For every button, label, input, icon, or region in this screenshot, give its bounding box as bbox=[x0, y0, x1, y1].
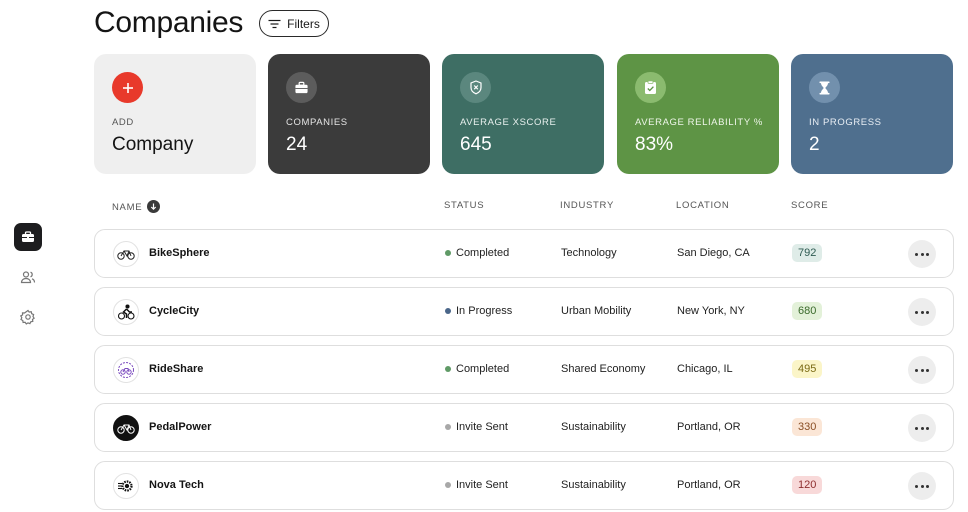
users-icon bbox=[20, 271, 36, 284]
industry-cell: Shared Economy bbox=[561, 363, 646, 375]
column-header-status[interactable]: STATUS bbox=[444, 200, 484, 211]
add-card-label: ADD bbox=[112, 117, 134, 128]
status-badge: Invite Sent bbox=[445, 421, 508, 433]
in-progress-card-value: 2 bbox=[809, 134, 820, 155]
industry-cell: Technology bbox=[561, 247, 617, 259]
table-row[interactable]: RideShare Completed Shared Economy Chica… bbox=[94, 345, 954, 394]
add-card-value: Company bbox=[112, 134, 194, 155]
more-options-button[interactable] bbox=[908, 240, 936, 268]
in-progress-card-label: IN PROGRESS bbox=[809, 117, 882, 128]
filters-label: Filters bbox=[287, 16, 320, 31]
score-badge: 495 bbox=[792, 360, 823, 378]
status-badge: Invite Sent bbox=[445, 479, 508, 491]
filters-button[interactable]: Filters bbox=[259, 10, 329, 37]
industry-cell: Urban Mobility bbox=[561, 305, 632, 317]
company-name[interactable]: PedalPower bbox=[149, 421, 211, 433]
location-cell: Chicago, IL bbox=[677, 363, 733, 375]
score-badge: 792 bbox=[792, 244, 823, 262]
gear-icon bbox=[20, 309, 35, 325]
hourglass-icon bbox=[809, 72, 840, 103]
gear-wheel-icon bbox=[113, 473, 139, 499]
companies-card-value: 24 bbox=[286, 134, 308, 155]
sidebar-item-users[interactable] bbox=[14, 263, 42, 291]
status-badge: In Progress bbox=[445, 305, 512, 317]
more-options-button[interactable] bbox=[908, 414, 936, 442]
status-text: Completed bbox=[456, 247, 510, 259]
company-name[interactable]: Nova Tech bbox=[149, 479, 204, 491]
more-options-button[interactable] bbox=[908, 356, 936, 384]
more-options-button[interactable] bbox=[908, 472, 936, 500]
status-text: Invite Sent bbox=[456, 421, 508, 433]
briefcase-icon bbox=[22, 231, 34, 242]
industry-cell: Sustainability bbox=[561, 479, 626, 491]
sidebar-item-companies[interactable] bbox=[14, 223, 42, 251]
status-dot bbox=[445, 250, 451, 256]
xscore-card: AVERAGE XSCORE 645 bbox=[442, 54, 604, 174]
status-badge: Completed bbox=[445, 363, 509, 375]
briefcase-icon bbox=[286, 72, 317, 103]
table-row[interactable]: Nova Tech Invite Sent Sustainability Por… bbox=[94, 461, 954, 510]
status-text: Invite Sent bbox=[456, 479, 508, 491]
location-cell: Portland, OR bbox=[677, 421, 741, 433]
column-header-industry[interactable]: INDUSTRY bbox=[560, 200, 614, 211]
sort-down-icon[interactable] bbox=[147, 200, 161, 213]
column-header-score[interactable]: SCORE bbox=[791, 200, 828, 211]
reliability-card-label: AVERAGE RELIABILITY % bbox=[635, 117, 763, 128]
score-badge: 330 bbox=[792, 418, 823, 436]
more-options-button[interactable] bbox=[908, 298, 936, 326]
companies-card: COMPANIES 24 bbox=[268, 54, 430, 174]
industry-cell: Sustainability bbox=[561, 421, 626, 433]
status-text: Completed bbox=[456, 363, 510, 375]
ride-share-icon bbox=[113, 357, 139, 383]
sidebar-item-settings[interactable] bbox=[14, 303, 42, 331]
page-title: Companies bbox=[94, 6, 244, 39]
column-header-name[interactable]: NAME bbox=[112, 200, 161, 213]
bicycle-dark-icon bbox=[113, 415, 139, 441]
status-text: In Progress bbox=[456, 305, 513, 317]
company-name[interactable]: CycleCity bbox=[149, 305, 199, 317]
table-row[interactable]: PedalPower Invite Sent Sustainability Po… bbox=[94, 403, 954, 452]
shield-x-icon bbox=[460, 72, 491, 103]
location-cell: Portland, OR bbox=[677, 479, 741, 491]
column-header-name-label: NAME bbox=[112, 202, 143, 213]
company-name[interactable]: RideShare bbox=[149, 363, 203, 375]
reliability-card: AVERAGE RELIABILITY % 83% bbox=[617, 54, 779, 174]
status-badge: Completed bbox=[445, 247, 509, 259]
column-header-location[interactable]: LOCATION bbox=[676, 200, 729, 211]
xscore-card-label: AVERAGE XSCORE bbox=[460, 117, 557, 128]
score-badge: 680 bbox=[792, 302, 823, 320]
score-badge: 120 bbox=[792, 476, 823, 494]
companies-card-label: COMPANIES bbox=[286, 117, 348, 128]
clipboard-check-icon bbox=[635, 72, 666, 103]
location-cell: New York, NY bbox=[677, 305, 745, 317]
status-dot bbox=[445, 482, 451, 488]
table-row[interactable]: BikeSphere Completed Technology San Dieg… bbox=[94, 229, 954, 278]
filter-icon bbox=[268, 19, 281, 28]
reliability-card-value: 83% bbox=[635, 134, 674, 155]
bicycle-icon bbox=[113, 241, 139, 267]
status-dot bbox=[445, 366, 451, 372]
plus-icon bbox=[112, 72, 143, 103]
company-name[interactable]: BikeSphere bbox=[149, 247, 210, 259]
xscore-card-value: 645 bbox=[460, 134, 492, 155]
table-row[interactable]: CycleCity In Progress Urban Mobility New… bbox=[94, 287, 954, 336]
location-cell: San Diego, CA bbox=[677, 247, 750, 259]
add-company-card[interactable]: ADD Company bbox=[94, 54, 256, 174]
sidebar bbox=[0, 0, 56, 512]
status-dot bbox=[445, 308, 451, 314]
cyclist-icon bbox=[113, 299, 139, 325]
in-progress-card: IN PROGRESS 2 bbox=[791, 54, 953, 174]
status-dot bbox=[445, 424, 451, 430]
